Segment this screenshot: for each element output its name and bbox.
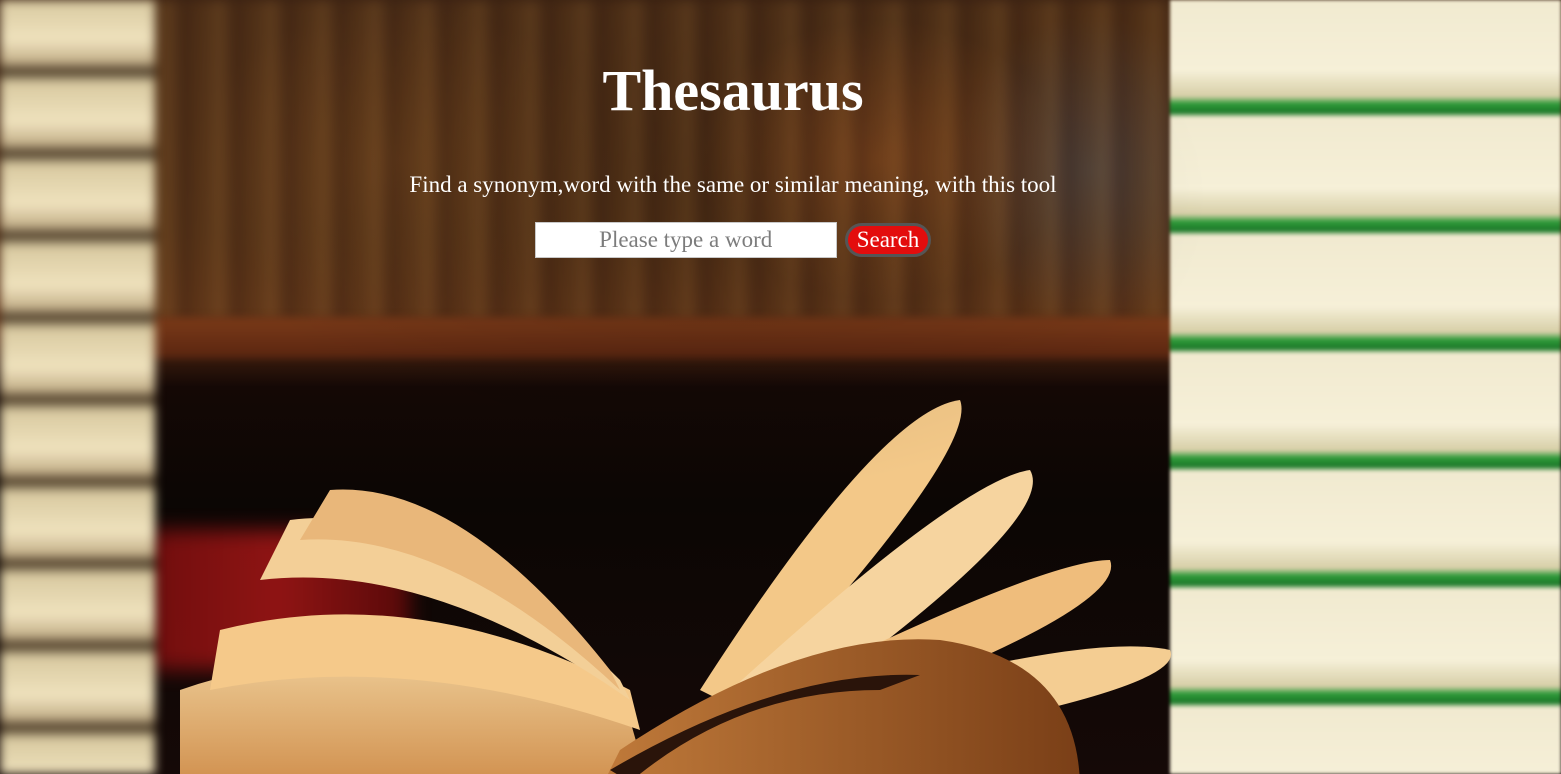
word-search-input[interactable] bbox=[534, 222, 837, 258]
search-form: Search bbox=[0, 222, 1466, 258]
search-button[interactable]: Search bbox=[844, 223, 932, 257]
page-title: Thesaurus bbox=[602, 58, 864, 123]
tagline: Find a synonym,word with the same or sim… bbox=[409, 172, 1057, 197]
main-content: Thesaurus Find a synonym,word with the s… bbox=[0, 0, 1466, 258]
